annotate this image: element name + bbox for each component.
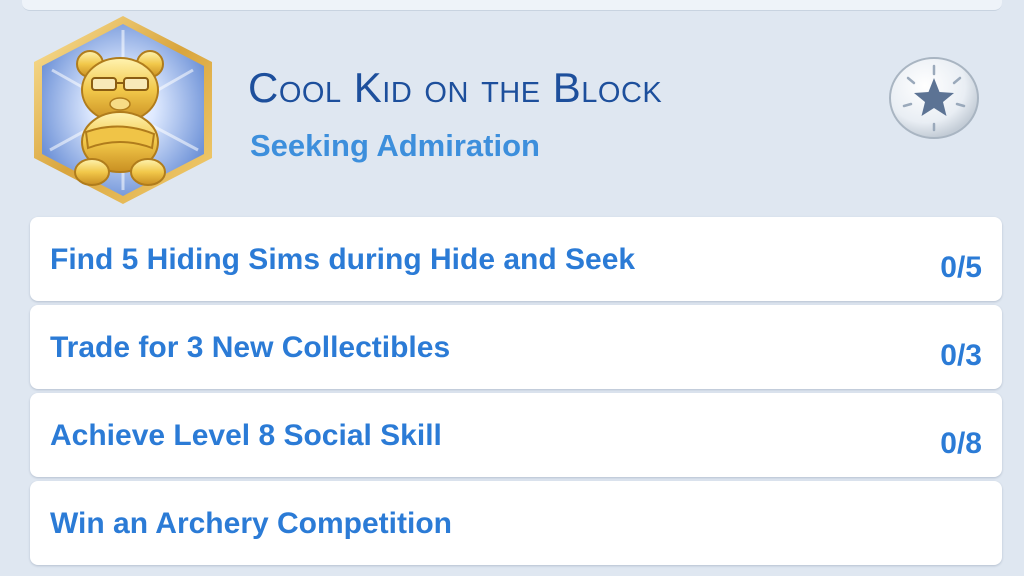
- aspiration-title: Cool Kid on the Block: [248, 64, 663, 111]
- aspiration-badge: [28, 12, 218, 208]
- task-row: Win an Archery Competition: [30, 481, 1002, 565]
- star-button[interactable]: [888, 56, 980, 140]
- aspiration-task-list: Find 5 Hiding Sims during Hide and Seek …: [30, 217, 1002, 569]
- task-label: Trade for 3 New Collectibles: [50, 331, 451, 364]
- task-row: Find 5 Hiding Sims during Hide and Seek …: [30, 217, 1002, 301]
- task-label: Achieve Level 8 Social Skill: [50, 419, 442, 452]
- previous-panel-edge: [22, 0, 1002, 11]
- task-progress: 0/5: [940, 251, 982, 284]
- task-row: Achieve Level 8 Social Skill 0/8: [30, 393, 1002, 477]
- task-row: Trade for 3 New Collectibles 0/3: [30, 305, 1002, 389]
- task-label: Find 5 Hiding Sims during Hide and Seek: [50, 243, 636, 276]
- star-icon: [889, 57, 979, 139]
- task-progress: 0/8: [940, 427, 982, 460]
- task-label: Win an Archery Competition: [50, 507, 452, 540]
- aspiration-subtitle: Seeking Admiration: [250, 128, 540, 163]
- task-progress: 0/3: [940, 339, 982, 372]
